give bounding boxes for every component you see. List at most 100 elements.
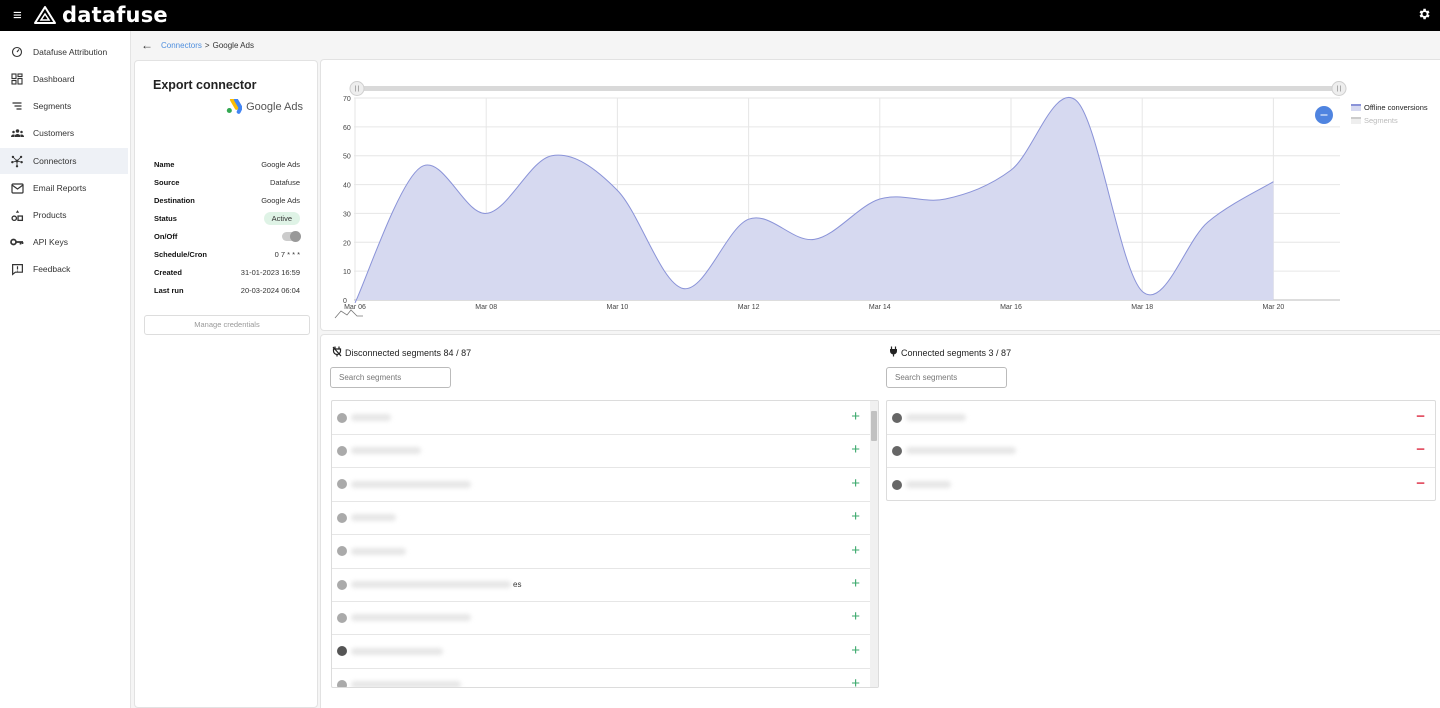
google-ads-logo: Google Ads xyxy=(226,99,303,114)
segment-avatar-icon xyxy=(892,479,902,490)
x-tick-label: Mar 14 xyxy=(869,304,891,311)
chart-legend: Offline conversions Segments xyxy=(1351,101,1428,127)
add-segment-button[interactable]: + xyxy=(851,442,860,458)
range-slider-handle-right[interactable] xyxy=(1331,81,1347,96)
export-connector-card: Export connector Google Ads Name Google … xyxy=(134,60,318,708)
legend-label: Offline conversions xyxy=(1364,103,1428,112)
remove-segment-button[interactable]: − xyxy=(1416,475,1425,492)
segment-avatar-icon xyxy=(337,646,347,657)
legend-swatch xyxy=(1351,104,1361,111)
on-off-toggle[interactable] xyxy=(282,230,301,242)
add-segment-button[interactable]: + xyxy=(851,676,860,687)
segment-avatar-icon xyxy=(337,445,347,456)
disconnected-segments-list: + + + es + + + + + + xyxy=(331,400,879,688)
key-icon xyxy=(10,235,24,249)
breadcrumb-current: Google Ads xyxy=(212,40,254,50)
products-icon xyxy=(10,208,24,222)
segment-name-redacted xyxy=(906,481,951,489)
segment-avatar-icon xyxy=(337,679,347,687)
list-item: + xyxy=(332,668,872,687)
remove-segment-button[interactable]: − xyxy=(1416,409,1425,425)
sidebar-item-datafuse-attribution[interactable]: Datafuse Attribution xyxy=(0,39,128,65)
legend-item-offline-conversions[interactable]: Offline conversions xyxy=(1351,101,1428,114)
settings-gear-icon[interactable] xyxy=(1417,7,1431,21)
info-label: Source xyxy=(154,177,180,187)
info-row-destination: Destination Google Ads xyxy=(154,194,300,206)
disconnected-segments-title: Disconnected segments 84 / 87 xyxy=(345,347,472,358)
add-segment-button[interactable]: + xyxy=(851,576,860,592)
disconnected-search-input[interactable] xyxy=(330,367,451,388)
add-segment-button[interactable]: + xyxy=(851,509,860,525)
info-label: Last run xyxy=(154,285,184,295)
sidebar-item-segments[interactable]: Segments xyxy=(0,93,128,119)
x-tick-label: Mar 08 xyxy=(475,304,497,311)
add-segment-button[interactable]: + xyxy=(851,475,860,492)
info-row-last-run: Last run 20-03-2024 06:04 xyxy=(154,284,300,296)
add-segment-button[interactable]: + xyxy=(851,409,860,425)
sidebar: Datafuse Attribution Dashboard Segments … xyxy=(0,31,131,708)
sidebar-item-label: Customers xyxy=(33,128,75,138)
sidebar-item-dashboard[interactable]: Dashboard xyxy=(0,66,128,92)
y-tick-label: 50 xyxy=(343,154,351,161)
list-item: − xyxy=(887,468,1435,500)
scrollbar-thumb[interactable] xyxy=(871,411,877,441)
breadcrumb-link-connectors[interactable]: Connectors xyxy=(161,41,202,50)
sidebar-item-label: API Keys xyxy=(33,237,68,247)
x-tick-label: Mar 20 xyxy=(1263,304,1285,311)
sidebar-item-products[interactable]: Products xyxy=(0,202,128,228)
y-tick-label: 60 xyxy=(343,125,351,132)
speedometer-icon xyxy=(10,45,24,59)
segment-avatar-icon xyxy=(337,512,347,523)
remove-segment-button[interactable]: − xyxy=(1416,442,1425,458)
legend-item-segments[interactable]: Segments xyxy=(1351,114,1428,127)
add-segment-button[interactable]: + xyxy=(851,642,860,659)
breadcrumb: ← Connectors > Google Ads xyxy=(141,38,254,52)
sidebar-item-email-reports[interactable]: Email Reports xyxy=(0,175,128,201)
legend-swatch xyxy=(1351,117,1361,124)
customers-icon xyxy=(10,126,24,140)
list-item: + xyxy=(332,501,872,536)
range-slider-handle-left[interactable] xyxy=(349,81,365,96)
add-segment-button[interactable]: + xyxy=(851,542,860,559)
sidebar-item-connectors[interactable]: Connectors xyxy=(0,148,128,174)
segment-avatar-icon xyxy=(892,412,902,423)
back-arrow-icon[interactable]: ← xyxy=(141,38,153,52)
info-label: Destination xyxy=(154,195,195,205)
segment-name-redacted xyxy=(351,414,391,421)
add-segment-button[interactable]: + xyxy=(851,609,860,625)
chart-card: 0 10 20 30 40 50 60 70 Mar 06 Mar 08 Mar 10 Mar 12 M… xyxy=(320,59,1440,331)
info-value: 31-01-2023 16:59 xyxy=(240,267,300,277)
unplugged-icon xyxy=(332,346,342,359)
list-item: + xyxy=(332,468,872,502)
logo[interactable]: datafuse xyxy=(33,3,168,27)
segment-avatar-icon xyxy=(337,546,347,557)
disconnected-list-scrollbar[interactable] xyxy=(870,401,878,687)
manage-credentials-button[interactable]: Manage credentials xyxy=(144,315,310,335)
segments-icon xyxy=(10,99,24,113)
main-content: ← Connectors > Google Ads Export connect… xyxy=(131,31,1440,708)
connected-search-input[interactable] xyxy=(886,367,1007,388)
sidebar-item-label: Email Reports xyxy=(33,183,87,193)
top-bar: ≡ datafuse xyxy=(0,0,1440,31)
list-item: + xyxy=(332,434,872,469)
connected-segments-header: Connected segments 3 / 87 xyxy=(889,346,1011,359)
plug-icon xyxy=(889,346,898,359)
list-item: + xyxy=(332,401,872,435)
sidebar-item-feedback[interactable]: Feedback xyxy=(0,256,128,282)
x-tick-label: Mar 12 xyxy=(738,304,760,311)
sidebar-item-customers[interactable]: Customers xyxy=(0,120,128,146)
info-value: Datafuse xyxy=(269,177,300,187)
list-item: + xyxy=(332,535,872,569)
range-slider-track xyxy=(357,86,1337,91)
connected-segments-list: − − − xyxy=(886,400,1436,501)
y-tick-label: 10 xyxy=(343,269,351,276)
sidebar-item-api-keys[interactable]: API Keys xyxy=(0,229,128,255)
info-value: 20-03-2024 06:04 xyxy=(240,285,300,295)
feedback-icon xyxy=(10,262,24,276)
mini-overview-icon xyxy=(334,309,363,319)
info-label: Schedule/Cron xyxy=(154,249,207,259)
list-item: es + xyxy=(332,568,872,602)
menu-icon[interactable]: ≡ xyxy=(13,8,22,23)
toggle-knob xyxy=(290,230,301,242)
sidebar-item-label: Connectors xyxy=(33,156,77,166)
